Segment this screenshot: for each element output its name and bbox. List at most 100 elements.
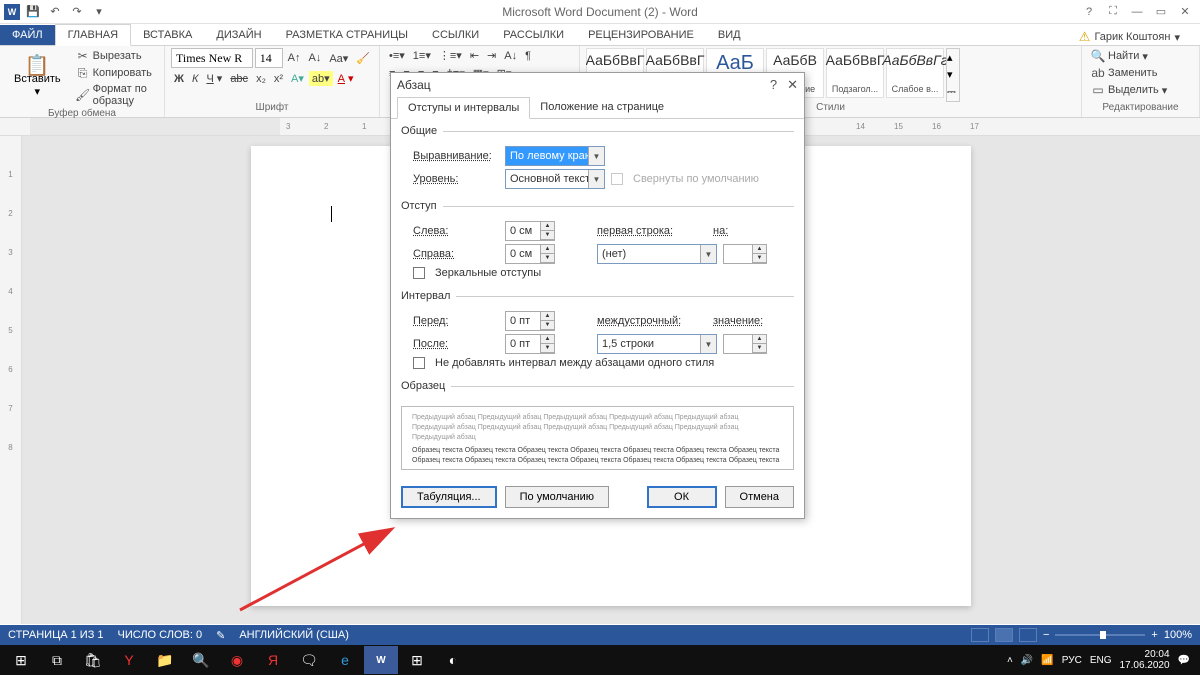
tab-mailings[interactable]: РАССЫЛКИ bbox=[491, 25, 576, 45]
undo-icon[interactable]: ↶ bbox=[46, 3, 64, 21]
select-button[interactable]: ▭Выделить▾ bbox=[1088, 82, 1193, 98]
status-language[interactable]: АНГЛИЙСКИЙ (США) bbox=[239, 629, 349, 641]
after-spinner[interactable]: 0 пт▲▼ bbox=[505, 334, 555, 354]
cut-button[interactable]: ✂Вырезать bbox=[73, 48, 158, 64]
shrink-font-icon[interactable]: A↓ bbox=[305, 51, 324, 65]
indent-right-spinner[interactable]: 0 см▲▼ bbox=[505, 244, 555, 264]
tab-file[interactable]: ФАЙЛ bbox=[0, 25, 55, 45]
tab-view[interactable]: ВИД bbox=[706, 25, 753, 45]
bullets-icon[interactable]: •≡▾ bbox=[386, 48, 408, 63]
discord-icon[interactable]: 🗨 bbox=[292, 646, 326, 674]
tab-references[interactable]: ССЫЛКИ bbox=[420, 25, 491, 45]
tray-chevron-icon[interactable]: ˄ bbox=[1007, 655, 1013, 666]
view-print-icon[interactable] bbox=[995, 628, 1013, 642]
zoom-out-icon[interactable]: − bbox=[1043, 629, 1049, 641]
ribbon-options-icon[interactable]: ⛶ bbox=[1102, 3, 1124, 21]
text-effects-icon[interactable]: A▾ bbox=[288, 71, 307, 86]
status-words[interactable]: ЧИСЛО СЛОВ: 0 bbox=[118, 629, 203, 641]
tray-keyboard[interactable]: ENG bbox=[1090, 655, 1112, 666]
zoom-slider[interactable] bbox=[1055, 634, 1145, 636]
dialog-close-icon[interactable]: ✕ bbox=[787, 77, 798, 93]
tab-review[interactable]: РЕЦЕНЗИРОВАНИЕ bbox=[576, 25, 706, 45]
store-icon[interactable]: 🛍 bbox=[76, 646, 110, 674]
subscript-button[interactable]: x₂ bbox=[253, 72, 269, 86]
status-page[interactable]: СТРАНИЦА 1 ИЗ 1 bbox=[8, 629, 104, 641]
tab-home[interactable]: ГЛАВНАЯ bbox=[55, 24, 131, 46]
app-icon[interactable]: ◐ bbox=[436, 646, 470, 674]
yandex-icon[interactable]: Я bbox=[256, 646, 290, 674]
font-color-icon[interactable]: A▾ bbox=[335, 71, 357, 86]
tray-wifi-icon[interactable]: 📶 bbox=[1041, 655, 1053, 666]
numbering-icon[interactable]: 1≡▾ bbox=[410, 48, 434, 63]
tabs-button[interactable]: Табуляция... bbox=[401, 486, 497, 508]
redo-icon[interactable]: ↷ bbox=[68, 3, 86, 21]
italic-button[interactable]: К bbox=[189, 72, 201, 86]
indent-left-spinner[interactable]: 0 см▲▼ bbox=[505, 221, 555, 241]
account-user[interactable]: ⚠ Гарик Коштоян ▾ bbox=[1079, 29, 1200, 45]
cancel-button[interactable]: Отмена bbox=[725, 486, 794, 508]
bold-button[interactable]: Ж bbox=[171, 72, 187, 86]
mirror-checkbox[interactable] bbox=[413, 267, 425, 279]
ruler-vertical[interactable]: 12345678 bbox=[0, 136, 22, 624]
firstline-select[interactable]: (нет)▼ bbox=[597, 244, 717, 264]
view-read-icon[interactable] bbox=[971, 628, 989, 642]
nospace-checkbox[interactable] bbox=[413, 357, 425, 369]
search-icon[interactable]: 🔍 bbox=[184, 646, 218, 674]
dialog-tab-position[interactable]: Положение на странице bbox=[530, 97, 674, 118]
sort-icon[interactable]: A↓ bbox=[501, 49, 520, 63]
style-item[interactable]: АаБбВвГгСлабое в... bbox=[886, 48, 944, 98]
replace-button[interactable]: abЗаменить bbox=[1088, 65, 1193, 81]
maximize-icon[interactable]: ▭ bbox=[1150, 3, 1172, 21]
calc-icon[interactable]: ⊞ bbox=[400, 646, 434, 674]
inc-indent-icon[interactable]: ⇥ bbox=[484, 48, 499, 63]
ie-icon[interactable]: e bbox=[328, 646, 362, 674]
line-value-spinner[interactable]: ▲▼ bbox=[723, 334, 767, 354]
save-icon[interactable]: 💾 bbox=[24, 3, 42, 21]
help-icon[interactable]: ? bbox=[1078, 3, 1100, 21]
dialog-help-icon[interactable]: ? bbox=[770, 77, 777, 93]
tab-layout[interactable]: РАЗМЕТКА СТРАНИЦЫ bbox=[274, 25, 420, 45]
word-taskbar-icon[interactable]: W bbox=[364, 646, 398, 674]
view-web-icon[interactable] bbox=[1019, 628, 1037, 642]
dec-indent-icon[interactable]: ⇤ bbox=[467, 48, 482, 63]
paste-button[interactable]: 📋 Вставить▾ bbox=[6, 48, 69, 108]
tab-design[interactable]: ДИЗАЙН bbox=[204, 25, 273, 45]
zoom-level[interactable]: 100% bbox=[1164, 629, 1192, 641]
change-case-icon[interactable]: Aa▾ bbox=[326, 51, 351, 66]
underline-button[interactable]: Ч▾ bbox=[203, 71, 225, 86]
line-spacing-select[interactable]: 1,5 строки▼ bbox=[597, 334, 717, 354]
explorer-icon[interactable]: 📁 bbox=[148, 646, 182, 674]
show-marks-icon[interactable]: ¶ bbox=[522, 49, 534, 63]
grow-font-icon[interactable]: A↑ bbox=[285, 51, 304, 65]
close-icon[interactable]: ✕ bbox=[1174, 3, 1196, 21]
styles-more-icon[interactable]: ▴▾⎓ bbox=[946, 48, 960, 102]
multilevel-icon[interactable]: ⋮≡▾ bbox=[436, 48, 465, 63]
format-painter-button[interactable]: 🖌Формат по образцу bbox=[73, 82, 158, 108]
style-item[interactable]: АаБбВвГПодзагол... bbox=[826, 48, 884, 98]
tray-lang1[interactable]: РУС bbox=[1062, 655, 1082, 666]
taskview-icon[interactable]: ⧉ bbox=[40, 646, 74, 674]
level-select[interactable]: Основной текст▼ bbox=[505, 169, 605, 189]
copy-button[interactable]: ⎘Копировать bbox=[73, 65, 158, 81]
find-button[interactable]: 🔍Найти▾ bbox=[1088, 48, 1193, 64]
game-icon[interactable]: ◉ bbox=[220, 646, 254, 674]
clear-format-icon[interactable]: 🧹 bbox=[353, 51, 373, 66]
superscript-button[interactable]: x² bbox=[271, 72, 286, 86]
align-select[interactable]: По левому краю▼ bbox=[505, 146, 605, 166]
minimize-icon[interactable]: — bbox=[1126, 3, 1148, 21]
tray-clock[interactable]: 20:04 17.06.2020 bbox=[1119, 649, 1169, 671]
proofing-icon[interactable]: ✎ bbox=[216, 629, 225, 642]
ok-button[interactable]: ОК bbox=[647, 486, 717, 508]
tab-insert[interactable]: ВСТАВКА bbox=[131, 25, 204, 45]
default-button[interactable]: По умолчанию bbox=[505, 486, 609, 508]
font-size-combo[interactable]: 14 bbox=[255, 48, 283, 68]
highlight-icon[interactable]: ab▾ bbox=[309, 71, 333, 86]
dialog-tab-indents[interactable]: Отступы и интервалы bbox=[397, 97, 530, 119]
zoom-in-icon[interactable]: + bbox=[1151, 629, 1157, 641]
tray-notifications-icon[interactable]: 💬 bbox=[1178, 655, 1190, 666]
qat-customize-icon[interactable]: ▾ bbox=[90, 3, 108, 21]
start-icon[interactable]: ⊞ bbox=[4, 646, 38, 674]
tray-volume-icon[interactable]: 🔊 bbox=[1021, 655, 1033, 666]
firstline-value-spinner[interactable]: ▲▼ bbox=[723, 244, 767, 264]
font-name-combo[interactable]: Times New R bbox=[171, 48, 253, 68]
